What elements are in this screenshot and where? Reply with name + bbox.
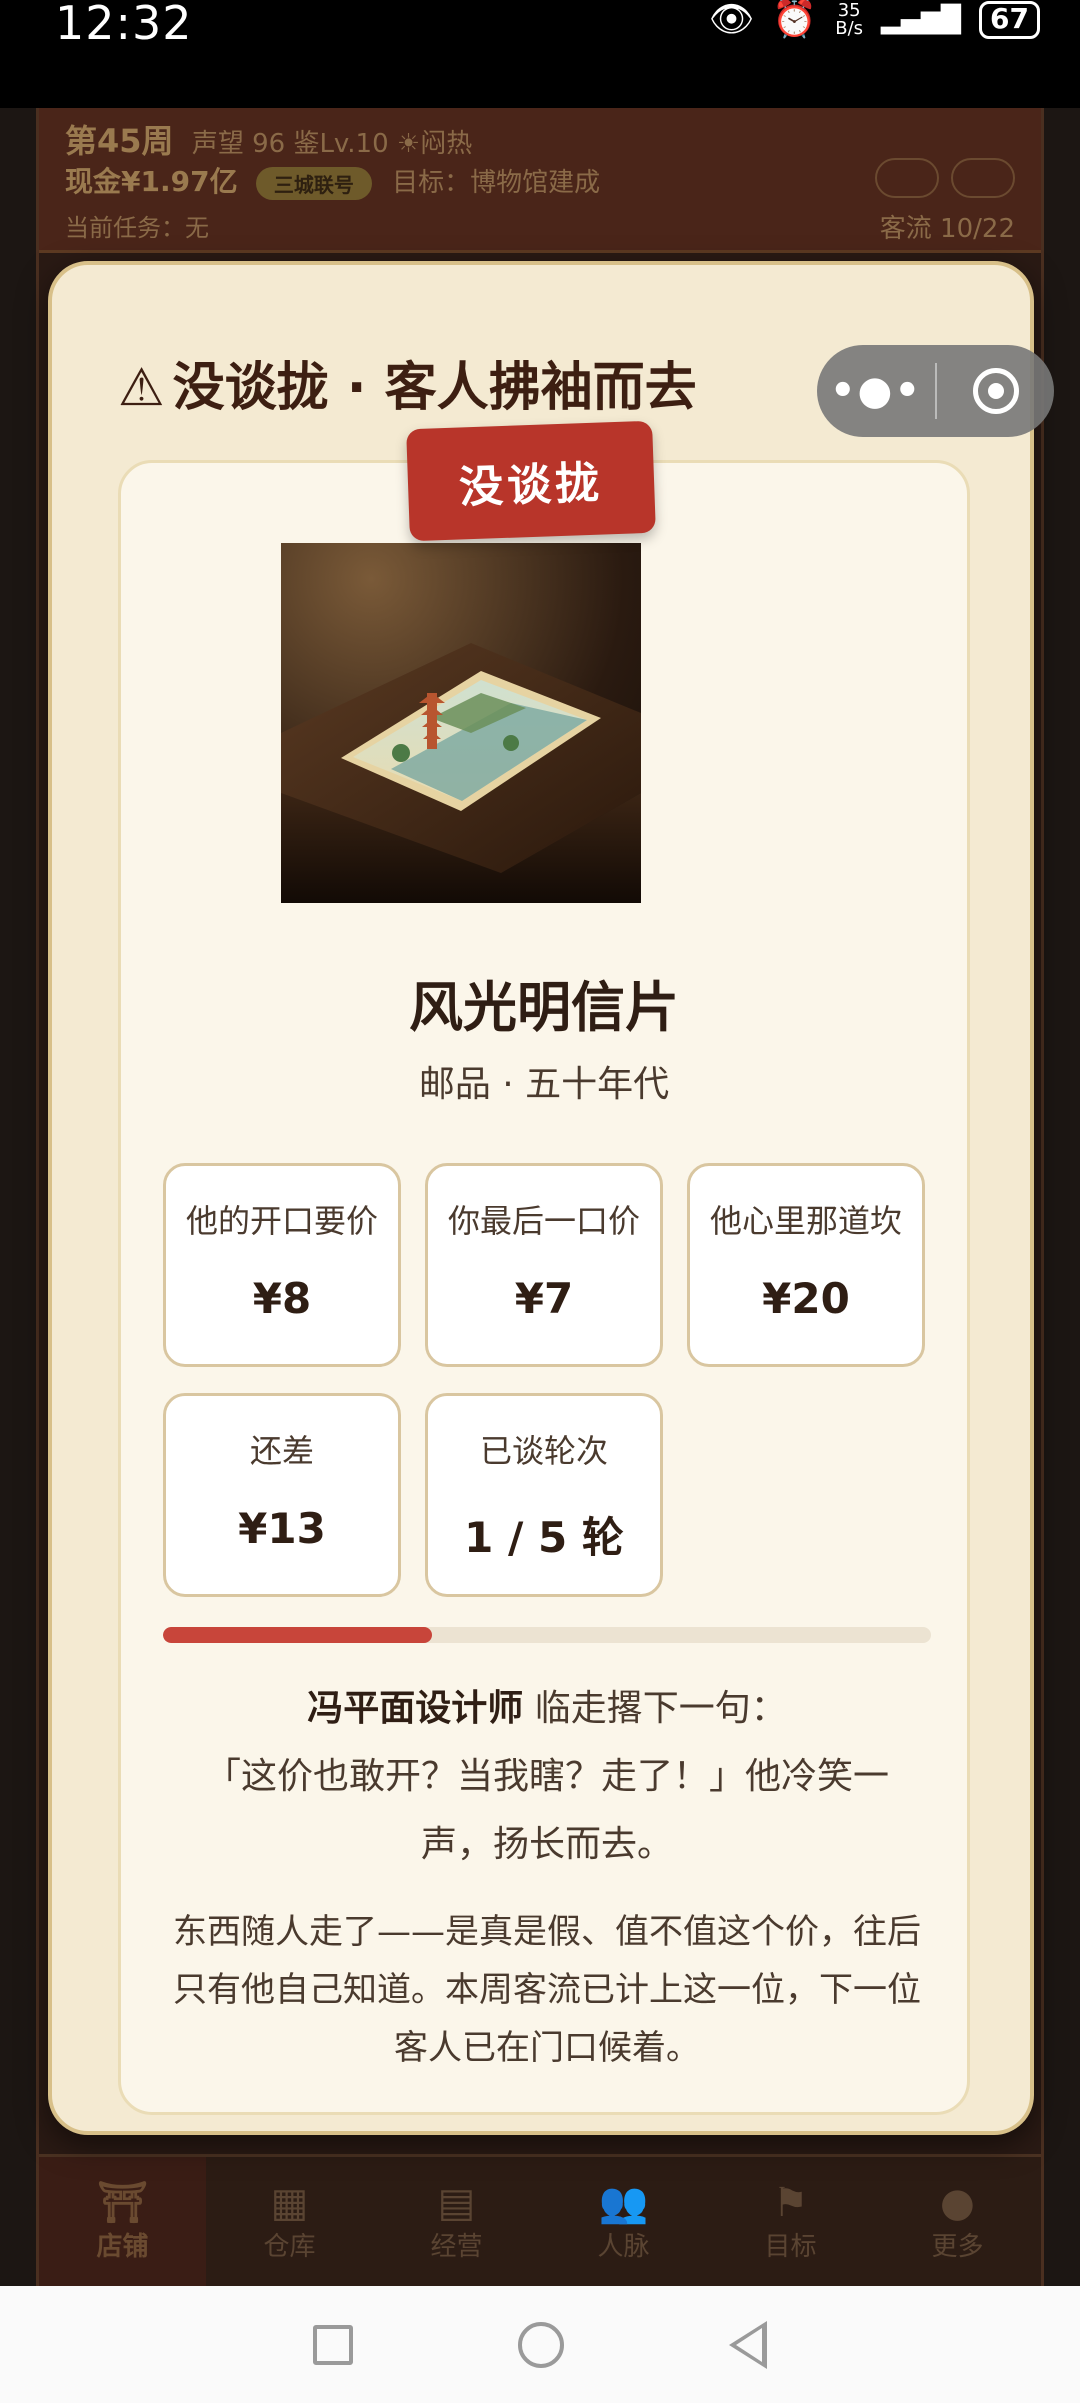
header-row-2: 现金¥1.97亿 三城联号 目标：博物馆建成 <box>65 160 600 200</box>
current-task: 当前任务：无 <box>65 214 209 242</box>
weather-icon: ☀ <box>396 129 421 159</box>
more-icon: ● <box>940 2180 975 2226</box>
week-label: 第45周 <box>65 122 174 160</box>
signal-icon: ▂▄▆█ <box>881 5 962 35</box>
failed-stamp: 没谈拢 <box>406 420 656 542</box>
header-row-1: 第45周 声望 96 鉴Lv.10 ☀闷热 <box>65 116 472 162</box>
eye-icon: 👁 <box>708 0 755 40</box>
status-time: 12:32 <box>55 0 193 50</box>
miniprogram-capsule: •●• <box>817 345 1054 437</box>
warehouse-icon: ▦ <box>270 2180 309 2226</box>
tab-contacts[interactable]: 👥 人脉 <box>540 2157 707 2286</box>
stat-rounds: 已谈轮次 1 / 5 轮 <box>425 1393 663 1597</box>
union-badge: 三城联号 <box>255 167 372 200</box>
sound-button[interactable] <box>875 158 939 198</box>
rounds-progress-fill <box>163 1627 432 1643</box>
postcard-pagoda-image <box>281 543 641 903</box>
quote-text: 「这价也敢开？当我瞎？走了！」他冷笑一声，扬长而去。 <box>204 1756 889 1865</box>
modal-title: ⚠ 没谈拢 · 客人拂袖而去 <box>118 345 697 420</box>
modal-title-text: 没谈拢 · 客人拂袖而去 <box>172 358 697 418</box>
status-icons: 👁 ⏰ 35 B/s ▂▄▆█ 67 <box>709 0 1040 40</box>
battery-icon: 67 <box>979 1 1040 39</box>
reputation-label: 声望 96 <box>191 129 286 159</box>
goal-label: 目标：博物馆建成 <box>392 168 601 198</box>
tab-bar: ⛩ 店铺 ▦ 仓库 ▤ 经营 👥 人脉 ⚑ 目标 ● 更多 <box>39 2154 1041 2286</box>
alarm-icon: ⏰ <box>772 0 818 40</box>
top-header: 第45周 声望 96 鉴Lv.10 ☀闷热 现金¥1.97亿 三城联号 目标：博… <box>39 108 1041 253</box>
postcard-illustration <box>281 643 641 903</box>
shop-icon: ⛩ <box>97 2180 148 2226</box>
narration-text: 东西随人走了——是真是假、值不值这个价，往后只有他自己知道。本周客流已计上这一位… <box>173 1912 921 2068</box>
net-speed: 35 B/s <box>835 0 864 39</box>
back-button[interactable] <box>729 2320 768 2369</box>
traffic-label: 客流 10/22 <box>879 214 1015 244</box>
rounds-progress-bar <box>163 1627 931 1643</box>
tab-warehouse[interactable]: ▦ 仓库 <box>206 2157 373 2286</box>
contacts-icon: 👥 <box>598 2180 649 2226</box>
status-bar: 12:32 👁 ⏰ 35 B/s ▂▄▆█ 67 <box>0 0 1080 108</box>
stat-asking-price: 他的开口要价 ¥8 <box>163 1163 401 1367</box>
item-name: 风光明信片 <box>409 976 679 1039</box>
close-miniprogram-button[interactable] <box>937 368 1054 414</box>
target-icon <box>972 368 1019 414</box>
item-meta: 邮品 · 五十年代 <box>418 1064 670 1105</box>
warning-icon: ⚠ <box>118 358 165 418</box>
goal-icon: ⚑ <box>772 2180 809 2226</box>
quote-speaker: 冯平面设计师 <box>307 1688 524 1729</box>
system-nav-bar <box>0 2286 1080 2403</box>
tab-shop[interactable]: ⛩ 店铺 <box>39 2157 206 2286</box>
stat-gap: 还差 ¥13 <box>163 1393 401 1597</box>
stat-your-last-offer: 你最后一口价 ¥7 <box>425 1163 663 1367</box>
more-menu-button[interactable]: •●• <box>817 368 935 414</box>
quote-lead: 临走撂下一句： <box>523 1688 787 1729</box>
header-buttons <box>875 158 1015 198</box>
home-button[interactable] <box>517 2321 564 2368</box>
item-card: 风光明信片 邮品 · 五十年代 他的开口要价 ¥8 你最后一口价 ¥7 他心里那… <box>118 460 970 2115</box>
appraisal-level: 鉴Lv.10 <box>293 129 389 159</box>
settings-button[interactable] <box>951 158 1015 198</box>
recent-apps-button[interactable] <box>312 2324 353 2365</box>
customer-quote: 冯平面设计师 临走撂下一句： 「这价也敢开？当我瞎？走了！」他冷笑一声，扬长而去… <box>171 1675 923 1879</box>
business-icon: ▤ <box>437 2180 476 2226</box>
cash-label: 现金¥1.97亿 <box>65 165 238 198</box>
tab-more[interactable]: ● 更多 <box>874 2157 1041 2286</box>
heat-label: 闷热 <box>420 129 473 159</box>
negotiation-failed-modal: ⚠ 没谈拢 · 客人拂袖而去 风光明信片 邮品 · 五十年代 他的开口要价 ¥8… <box>48 261 1034 2135</box>
tab-business[interactable]: ▤ 经营 <box>373 2157 540 2286</box>
tab-goal[interactable]: ⚑ 目标 <box>707 2157 874 2286</box>
stat-threshold: 他心里那道坎 ¥20 <box>687 1163 925 1367</box>
